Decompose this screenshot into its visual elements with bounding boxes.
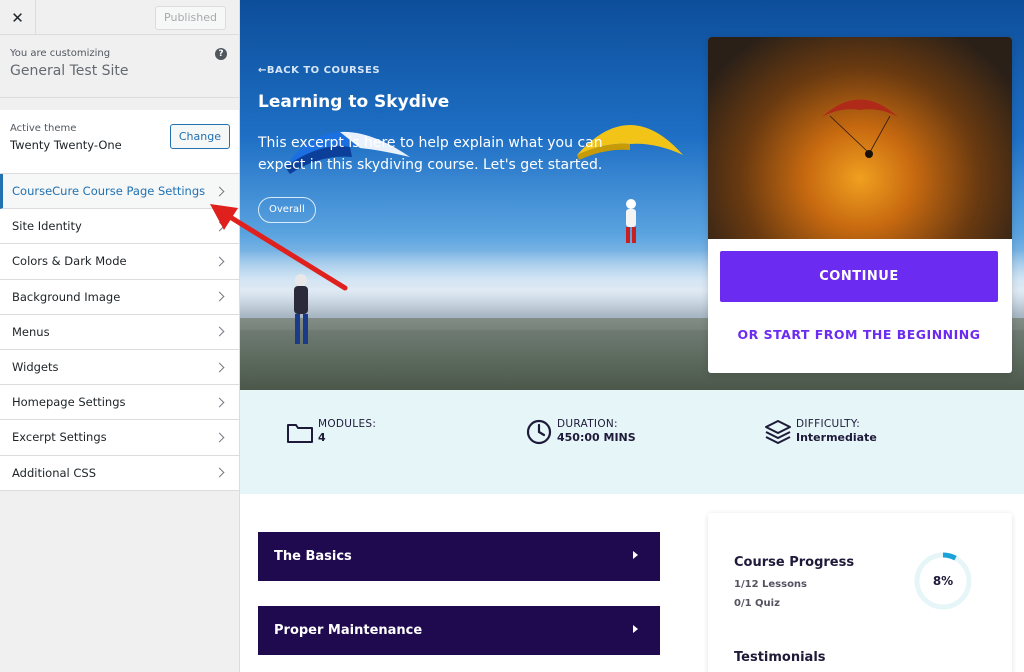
sidebar-item-widgets[interactable]: Widgets (0, 349, 239, 386)
module-accordion-maintenance[interactable]: Proper Maintenance (258, 606, 660, 655)
module-accordion-basics[interactable]: The Basics (258, 532, 660, 581)
paraglider-image (822, 99, 898, 158)
course-stats-bar: MODULES: 4 DURATION: 450:00 MINS DIFFICU… (240, 390, 1024, 494)
sidebar-item-label: Additional CSS (12, 465, 97, 480)
sidebar-item-menus[interactable]: Menus (0, 314, 239, 350)
change-theme-button[interactable]: Change (169, 124, 230, 149)
sidebar-item-background-image[interactable]: Background Image (0, 279, 239, 315)
chevron-right-icon (214, 291, 225, 302)
customizer-menu: CourseCure Course Page Settings Site Ide… (0, 174, 239, 491)
course-progress-title: Course Progress (734, 555, 855, 570)
course-excerpt: This excerpt is here to help explain wha… (258, 135, 603, 174)
difficulty-label: DIFFICULTY: (796, 418, 861, 430)
sidebar-item-label: Background Image (12, 289, 121, 304)
duration-label: DURATION: (557, 418, 618, 430)
customizing-info: You are customizing General Test Site ? (0, 35, 239, 98)
course-hero: ←BACK TO COURSES Learning to Skydive Thi… (240, 0, 1024, 390)
progress-percent: 8% (932, 574, 954, 588)
quiz-progress: 0/1 Quiz (734, 598, 780, 609)
modules-value: 4 (318, 431, 326, 444)
sidebar-item-excerpt-settings[interactable]: Excerpt Settings (0, 420, 239, 456)
skydiver-figure (294, 274, 308, 344)
sidebar-item-site-identity[interactable]: Site Identity (0, 209, 239, 245)
customizing-label: You are customizing (10, 48, 111, 59)
sidebar-item-homepage-settings[interactable]: Homepage Settings (0, 385, 239, 421)
published-button[interactable]: Published (155, 6, 226, 30)
site-name: General Test Site (10, 63, 129, 79)
lessons-progress: 1/12 Lessons (734, 579, 808, 590)
sidebar-item-additional-css[interactable]: Additional CSS (0, 455, 239, 491)
chevron-right-icon (214, 186, 225, 197)
continue-button[interactable]: CONTINUE (720, 251, 998, 302)
sidebar-item-label: Widgets (12, 360, 59, 375)
chevron-right-icon (214, 362, 225, 372)
site-preview: ←BACK TO COURSES Learning to Skydive Thi… (240, 0, 1024, 672)
caret-right-icon (633, 551, 638, 559)
sidebar-item-label: Site Identity (12, 219, 82, 234)
stat-duration: DURATION: 450:00 MINS (525, 418, 636, 446)
course-progress-card: Course Progress 1/12 Lessons 0/1 Quiz 8%… (708, 513, 1012, 672)
chevron-right-icon (214, 467, 225, 478)
sidebar-item-label: Colors & Dark Mode (12, 254, 127, 269)
sidebar-item-colors-dark-mode[interactable]: Colors & Dark Mode (0, 244, 239, 280)
sidebar-item-label: Homepage Settings (12, 395, 126, 410)
stat-difficulty: DIFFICULTY: Intermediate (764, 418, 877, 446)
difficulty-value: Intermediate (796, 431, 877, 444)
layers-icon (765, 420, 791, 444)
course-cta-card: CONTINUE OR START FROM THE BEGINNING (708, 37, 1012, 373)
help-icon[interactable]: ? (215, 48, 227, 60)
chevron-right-icon (214, 326, 225, 337)
start-from-beginning-link[interactable]: OR START FROM THE BEGINNING (708, 327, 1010, 342)
arrow-left-icon: ← (258, 65, 267, 76)
folder-icon (287, 424, 313, 443)
sidebar-item-coursecure-settings[interactable]: CourseCure Course Page Settings (0, 174, 239, 210)
chevron-right-icon (214, 432, 225, 443)
modules-label: MODULES: (318, 418, 377, 430)
sidebar-item-label: Menus (12, 324, 50, 339)
active-theme-section: Active theme Twenty Twenty-One Change (0, 110, 239, 174)
overall-badge[interactable]: Overall (258, 197, 316, 223)
chevron-right-icon (214, 256, 225, 267)
course-thumbnail-image (708, 37, 1012, 239)
course-title: Learning to Skydive (258, 92, 450, 112)
stat-modules: MODULES: 4 (286, 418, 376, 446)
chevron-right-icon (214, 397, 225, 408)
module-title: Proper Maintenance (274, 623, 423, 638)
close-icon[interactable]: ✕ (0, 0, 36, 35)
sidebar-header: ✕ Published (0, 0, 239, 35)
sidebar-item-label: CourseCure Course Page Settings (12, 184, 206, 199)
duration-value: 450:00 MINS (557, 431, 636, 444)
testimonials-heading: Testimonials (734, 650, 826, 665)
skydiver-figure (626, 199, 636, 243)
module-title: The Basics (274, 549, 352, 564)
chevron-right-icon (214, 221, 225, 232)
clock-icon (526, 419, 552, 445)
caret-right-icon (633, 625, 638, 633)
back-to-courses-link[interactable]: ←BACK TO COURSES (258, 65, 380, 76)
customizer-sidebar: ✕ Published You are customizing General … (0, 0, 240, 672)
sidebar-item-label: Excerpt Settings (12, 430, 107, 445)
